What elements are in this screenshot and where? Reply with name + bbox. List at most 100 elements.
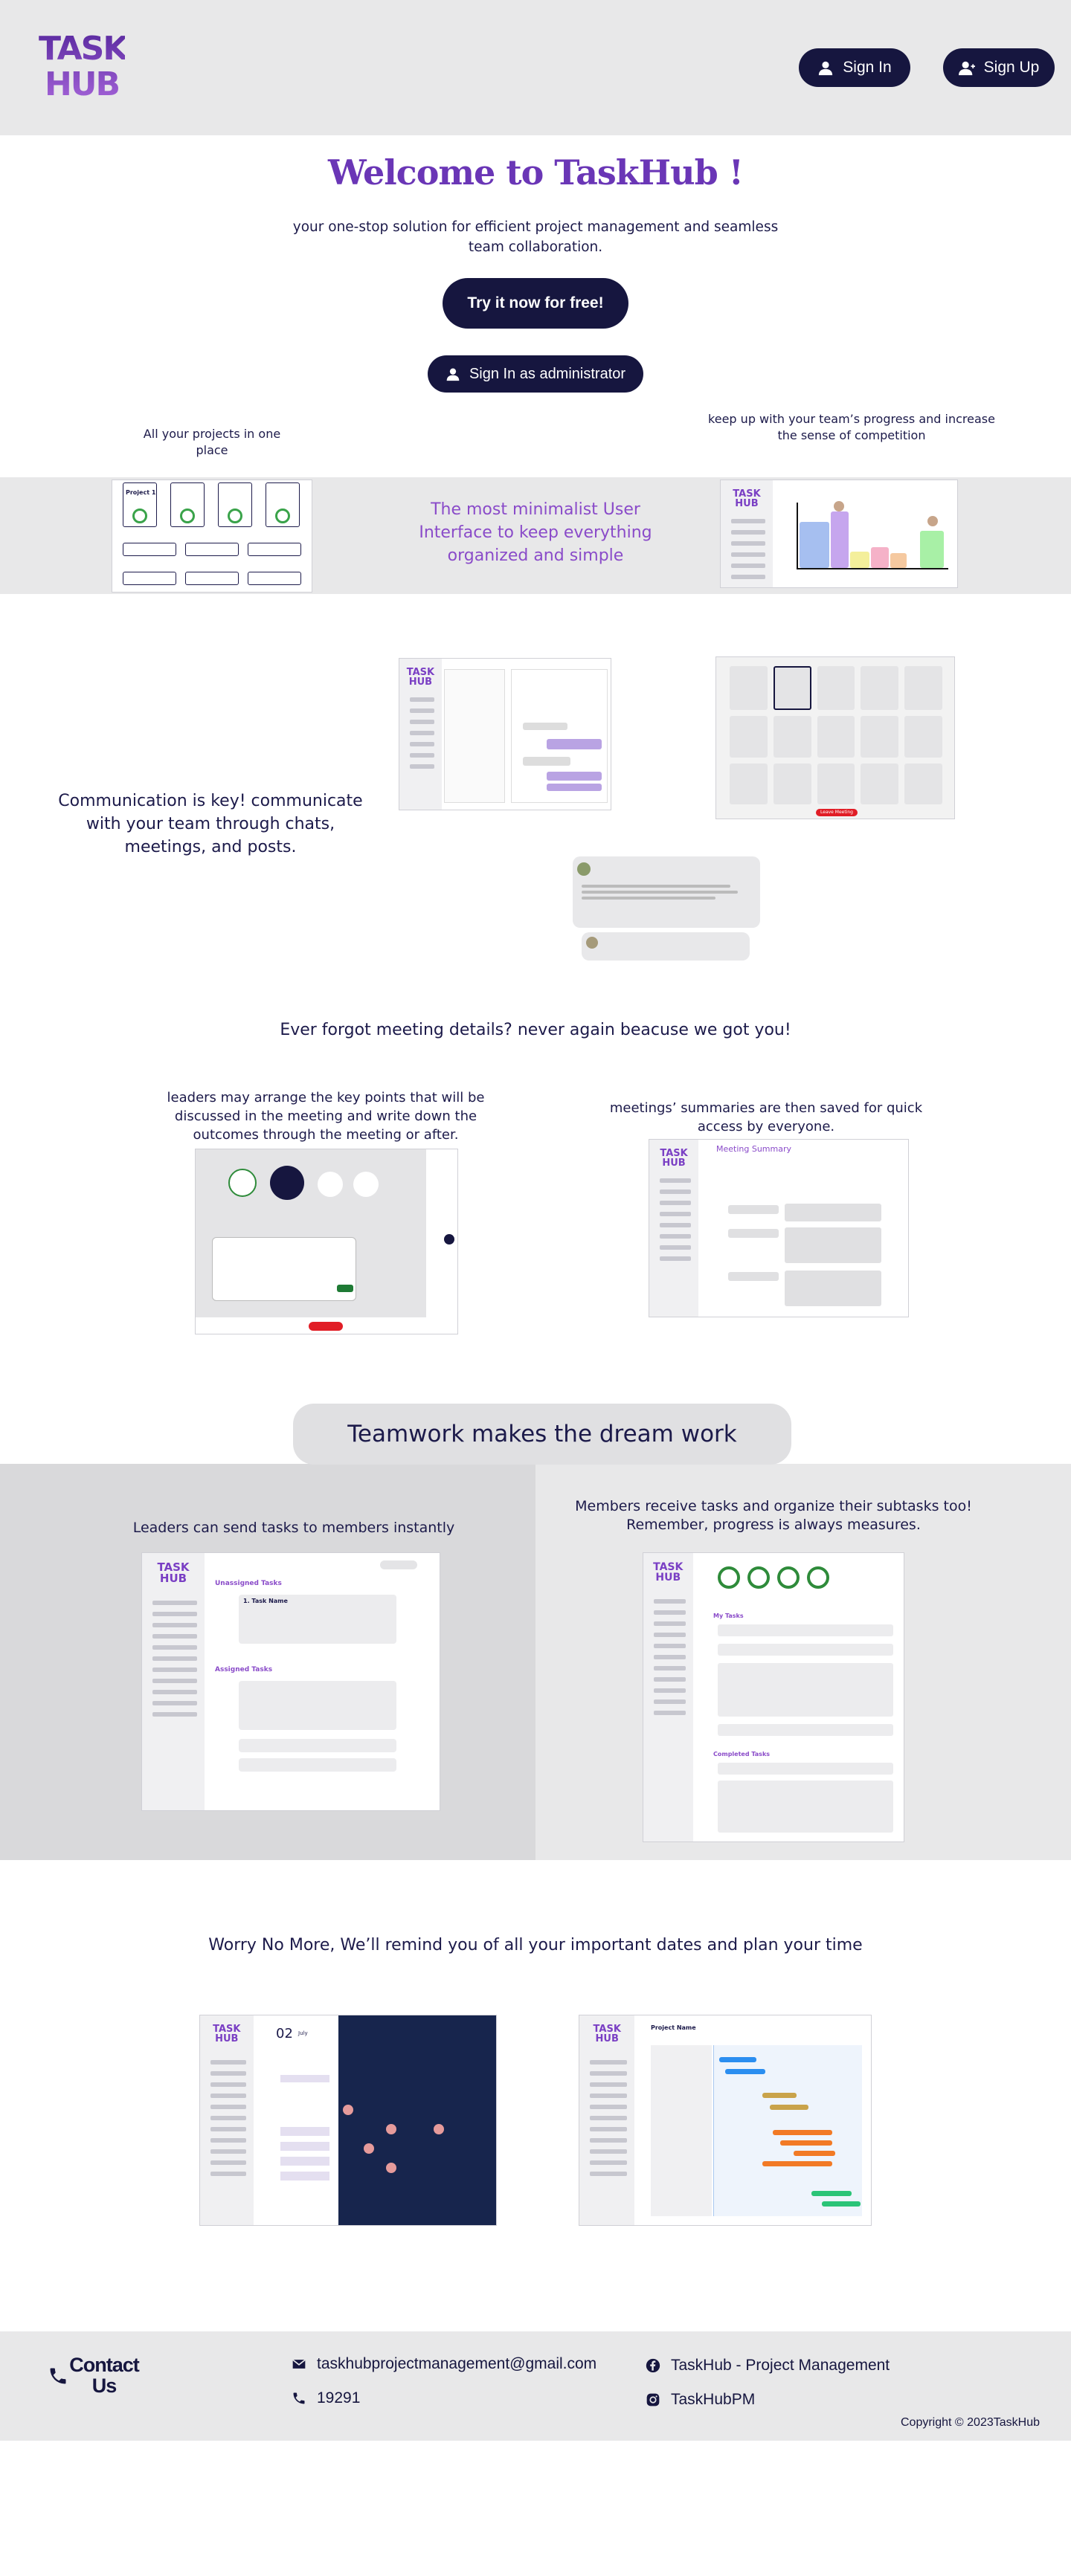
chart-baseline bbox=[797, 568, 948, 569]
instagram-icon bbox=[646, 2393, 660, 2406]
footer-facebook-text: TaskHub - Project Management bbox=[671, 2357, 890, 2374]
gantt-chart-screenshot: TASK HUB Project Name bbox=[579, 2015, 872, 2226]
sign-in-button[interactable]: Sign In bbox=[799, 48, 910, 87]
save-button[interactable] bbox=[337, 1285, 353, 1292]
task-row-expanded[interactable] bbox=[718, 1781, 893, 1833]
communication-text: Communication is key! communicate with y… bbox=[58, 792, 363, 856]
logo-line-1: TASK bbox=[39, 30, 127, 68]
taskhub-logo[interactable]: TASK HUB bbox=[39, 31, 125, 103]
try-free-button[interactable]: Try it now for free! bbox=[443, 278, 628, 329]
posts-screenshot bbox=[567, 853, 766, 978]
leaderboard-bar bbox=[850, 552, 869, 568]
member-tasks-screenshot: TASK HUB My Tasks Completed Tasks bbox=[643, 1552, 904, 1842]
leave-meeting-button[interactable]: Leave Meeting bbox=[816, 809, 858, 816]
leaderboard-bar bbox=[920, 531, 944, 568]
mini-logo: TASK HUB bbox=[733, 488, 761, 509]
sign-up-label: Sign Up bbox=[983, 59, 1040, 76]
minimalist-ui-text: The most minimalist User Interface to ke… bbox=[419, 500, 652, 565]
copyright-text: Copyright © 2023TaskHub bbox=[901, 2416, 1040, 2429]
gantt-task-list bbox=[651, 2045, 712, 2216]
project-card bbox=[123, 543, 176, 556]
task-row-expanded[interactable] bbox=[718, 1663, 893, 1717]
admin-sign-in-button[interactable]: Sign In as administrator bbox=[428, 355, 643, 393]
event-day[interactable] bbox=[386, 2163, 396, 2173]
task-card[interactable] bbox=[239, 1739, 396, 1752]
project-card bbox=[248, 572, 301, 585]
calendar-month-view[interactable] bbox=[338, 2015, 496, 2225]
participant-grid bbox=[730, 666, 942, 804]
mock-sidebar: TASK HUB bbox=[399, 659, 442, 810]
meeting-summary-screenshot: TASK HUB Meeting Summary bbox=[649, 1139, 909, 1317]
calendar-screenshot: TASK HUB 02 July bbox=[199, 2015, 497, 2226]
key-point-step[interactable] bbox=[318, 1172, 343, 1197]
task-row[interactable] bbox=[718, 1624, 893, 1636]
project-card bbox=[123, 572, 176, 585]
chat-screenshot: TASK HUB bbox=[399, 658, 611, 810]
new-task-button[interactable] bbox=[380, 1560, 417, 1569]
progress-ring bbox=[718, 1566, 740, 1589]
mock-sidebar: TASK HUB bbox=[649, 1140, 699, 1317]
task-card[interactable] bbox=[239, 1681, 396, 1730]
task-row[interactable] bbox=[718, 1724, 893, 1736]
meeting-summary-title: Meeting Summary bbox=[716, 1144, 792, 1154]
competition-caption: keep up with your team’s progress and in… bbox=[708, 412, 995, 442]
avatar bbox=[577, 862, 591, 876]
mock-sidebar: TASK HUB bbox=[200, 2015, 254, 2225]
footer-phone[interactable]: 19291 bbox=[292, 2389, 360, 2407]
footer-facebook[interactable]: TaskHub - Project Management bbox=[646, 2357, 890, 2375]
leaderboard-bar bbox=[890, 553, 907, 568]
progress-ring bbox=[180, 509, 195, 523]
leader-tasks-screenshot: TASK HUB Unassigned Tasks 1. Task Name As… bbox=[141, 1552, 440, 1811]
leaderboard-screenshot: TASK HUB bbox=[720, 480, 958, 588]
key-point-step[interactable] bbox=[353, 1172, 379, 1197]
members-caption: Members receive tasks and organize their… bbox=[575, 1498, 972, 1533]
footer-email[interactable]: taskhubprojectmanagement@gmail.com bbox=[292, 2355, 596, 2373]
sign-up-button[interactable]: Sign Up bbox=[943, 48, 1055, 87]
teamwork-heading: Teamwork makes the dream work bbox=[293, 1404, 791, 1465]
sign-in-label: Sign In bbox=[843, 59, 892, 76]
meeting-left-caption: leaders may arrange the key points that … bbox=[167, 1090, 485, 1143]
meeting-right-caption: meetings’ summaries are then saved for q… bbox=[609, 1100, 923, 1134]
key-point-step-active[interactable] bbox=[270, 1166, 304, 1200]
event-day[interactable] bbox=[343, 2105, 353, 2115]
outcomes-box[interactable] bbox=[212, 1237, 356, 1301]
assigned-tasks-label: Assigned Tasks bbox=[215, 1666, 273, 1673]
project-card bbox=[185, 572, 239, 585]
key-point-step[interactable] bbox=[228, 1169, 257, 1197]
calendar-day: 02 bbox=[276, 2026, 293, 2041]
project-card bbox=[248, 543, 301, 556]
event-day[interactable] bbox=[434, 2124, 444, 2134]
hero-title: Welcome to TaskHub ! bbox=[328, 152, 744, 193]
mail-icon bbox=[292, 2359, 306, 2369]
next-arrow-icon[interactable] bbox=[444, 1234, 454, 1245]
task-row[interactable] bbox=[718, 1644, 893, 1656]
progress-ring bbox=[777, 1566, 800, 1589]
chat-list[interactable] bbox=[444, 669, 505, 803]
add-user-icon bbox=[958, 61, 975, 76]
admin-sign-in-label: Sign In as administrator bbox=[469, 365, 626, 382]
project-card bbox=[185, 543, 239, 556]
task-card[interactable] bbox=[239, 1758, 396, 1772]
event-day[interactable] bbox=[386, 2124, 396, 2134]
gantt-project-title: Project Name bbox=[651, 2024, 696, 2031]
progress-ring bbox=[275, 509, 290, 523]
site-footer: Contact Us taskhubprojectmanagement@gmai… bbox=[0, 2331, 1071, 2441]
progress-ring bbox=[228, 509, 242, 523]
end-meeting-button[interactable] bbox=[309, 1322, 343, 1331]
video-meeting-screenshot: Leave Meeting bbox=[715, 656, 955, 819]
footer-instagram[interactable]: TaskHubPM bbox=[646, 2391, 755, 2409]
task-row[interactable] bbox=[718, 1763, 893, 1775]
event-day[interactable] bbox=[364, 2143, 374, 2154]
calendar-month-label: July bbox=[298, 2030, 308, 2036]
calendar-heading: Worry No More, We’ll remind you of all y… bbox=[208, 1936, 863, 1954]
completed-tasks-label: Completed Tasks bbox=[713, 1751, 771, 1757]
unassigned-tasks-label: Unassigned Tasks bbox=[215, 1580, 282, 1587]
meeting-heading: Ever forgot meeting details? never again… bbox=[280, 1021, 791, 1039]
hero-subtitle: your one-stop solution for efficient pro… bbox=[292, 219, 779, 255]
avatar bbox=[834, 501, 844, 511]
chart-axis bbox=[797, 503, 798, 569]
meeting-keypoints-screenshot bbox=[195, 1149, 458, 1334]
mock-sidebar: TASK HUB bbox=[142, 1553, 205, 1810]
mock-sidebar: TASK HUB bbox=[721, 480, 773, 587]
phone-icon bbox=[293, 2392, 305, 2404]
